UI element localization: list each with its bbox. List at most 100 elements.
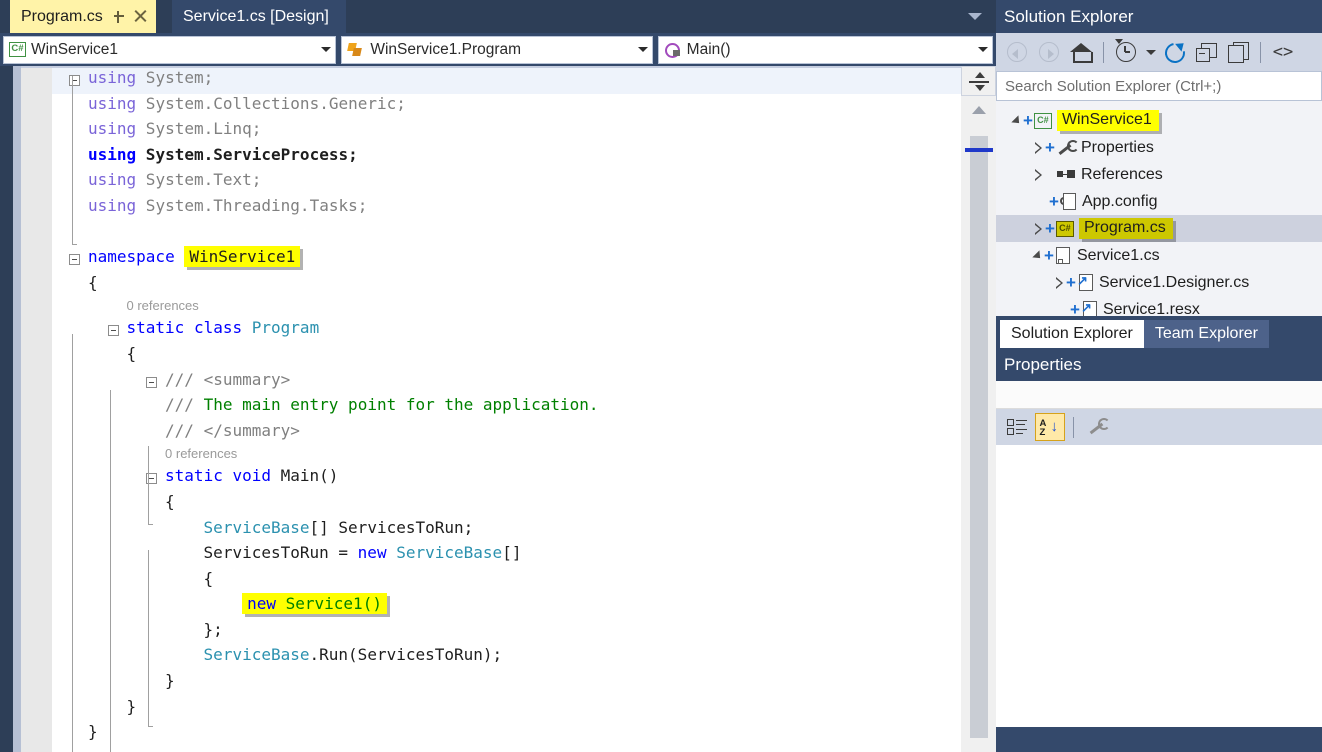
code-line[interactable]: 20new Service1(): [52, 593, 961, 620]
code-line[interactable]: 12/// <summary>: [52, 370, 961, 396]
tree-item-service1-cs[interactable]: + Service1.cs: [996, 242, 1322, 269]
code-line[interactable]: 11{: [52, 344, 961, 370]
code-text: {: [127, 344, 137, 363]
collapse-outlining-icon[interactable]: [146, 376, 158, 388]
code-token: }: [126, 696, 137, 716]
tree-item-service1-resx[interactable]: + ↗ Service1.resx: [996, 296, 1322, 316]
code-token: }: [165, 671, 175, 691]
code-line[interactable]: 2using System.Collections.Generic;: [52, 94, 961, 120]
tree-item-winservice1[interactable]: + C# WinService1: [996, 107, 1322, 134]
editor-tab-strip: Program.cs Service1.cs [Design]: [0, 0, 996, 33]
code-editor[interactable]: 1using System;2using System.Collections.…: [0, 66, 996, 752]
code-line[interactable]: 15static void Main(): [52, 466, 961, 492]
member-dropdown[interactable]: Main(): [657, 35, 993, 64]
code-line[interactable]: 14/// </summary>: [52, 421, 961, 447]
code-token: System;: [136, 68, 214, 87]
horizontal-splitter-icon[interactable]: [961, 66, 996, 96]
tab-program-cs[interactable]: Program.cs: [10, 0, 156, 33]
tab-service1-cs-design[interactable]: Service1.cs [Design]: [172, 0, 346, 33]
wrench-icon: [1056, 139, 1079, 156]
collapse-arrow-icon[interactable]: [1056, 277, 1063, 289]
code-token: };: [203, 619, 223, 639]
code-token: .Run(ServicesToRun);: [309, 645, 503, 665]
collapse-all-icon[interactable]: [1191, 37, 1221, 67]
collapse-outlining-icon[interactable]: [107, 325, 119, 337]
property-pages-icon[interactable]: [1082, 413, 1112, 441]
solution-explorer-title: Solution Explorer: [996, 0, 1322, 33]
collapse-arrow-icon[interactable]: [1035, 223, 1042, 235]
tree-item-references[interactable]: +References: [996, 161, 1322, 188]
collapse-arrow-icon[interactable]: [1035, 169, 1042, 181]
collapse-arrow-icon[interactable]: [1035, 142, 1042, 154]
source-control-plus-icon: +: [1023, 110, 1033, 130]
chevron-down-icon[interactable]: [968, 13, 982, 20]
scrollbar-thumb[interactable]: [970, 136, 988, 738]
highlighted-code-span: new Service1(): [242, 593, 387, 615]
code-line[interactable]: 21};: [52, 620, 961, 646]
pin-icon[interactable]: [112, 10, 126, 24]
type-dropdown[interactable]: WinService1.Program: [341, 35, 653, 64]
code-line[interactable]: 22ServiceBase.Run(ServicesToRun);: [52, 645, 961, 671]
alphabetical-icon[interactable]: A Z ↓: [1035, 413, 1065, 441]
close-icon[interactable]: [133, 9, 148, 24]
code-text: using System.Threading.Tasks;: [88, 196, 367, 215]
expand-arrow-icon[interactable]: [1032, 249, 1044, 262]
code-line[interactable]: 17ServiceBase[] ServicesToRun;: [52, 518, 961, 544]
code-line[interactable]: 10static class Program: [52, 318, 961, 344]
chevron-down-icon[interactable]: [1143, 37, 1157, 67]
back-icon[interactable]: [1002, 37, 1032, 67]
home-icon[interactable]: [1066, 37, 1096, 67]
codelens-annotation[interactable]: 0 references: [52, 446, 961, 466]
codelens-label: 0 references: [126, 298, 199, 314]
search-solution-explorer-input[interactable]: Search Solution Explorer (Ctrl+;): [996, 71, 1322, 101]
code-line[interactable]: 7: [52, 222, 961, 248]
refresh-icon[interactable]: [1159, 37, 1189, 67]
code-line[interactable]: 4using System.ServiceProcess;: [52, 145, 961, 171]
chevron-down-icon[interactable]: [317, 47, 335, 52]
properties-icon[interactable]: [1223, 37, 1253, 67]
code-text: /// The main entry point for the applica…: [165, 395, 598, 414]
forward-icon[interactable]: [1034, 37, 1064, 67]
editor-vertical-scrollbar[interactable]: [961, 96, 996, 752]
pending-changes-icon[interactable]: [1111, 37, 1141, 67]
code-text-surface[interactable]: 1using System;2using System.Collections.…: [52, 68, 961, 752]
properties-grid[interactable]: [996, 445, 1322, 727]
solution-explorer-tree[interactable]: +C#WinService1+Properties+References+App…: [996, 101, 1322, 316]
code-line[interactable]: 8namespace WinService1: [52, 246, 961, 273]
collapse-outlining-icon[interactable]: [69, 75, 80, 86]
code-text: {: [88, 273, 98, 292]
collapse-outlining-icon[interactable]: [69, 254, 80, 266]
view-code-icon[interactable]: <>: [1268, 37, 1298, 67]
tab-team-explorer[interactable]: Team Explorer: [1143, 320, 1269, 348]
categorized-icon[interactable]: [1002, 413, 1032, 441]
tree-item-service1-designer-cs[interactable]: + ↗ Service1.Designer.cs: [996, 269, 1322, 296]
solution-explorer-dock-tabs: Solution Explorer Team Explorer: [996, 316, 1322, 348]
tree-item-app-config[interactable]: + App.config: [996, 188, 1322, 215]
code-line[interactable]: 18ServicesToRun = new ServiceBase[]: [52, 543, 961, 569]
code-line[interactable]: 3using System.Linq;: [52, 119, 961, 145]
project-dropdown[interactable]: C# WinService1: [3, 35, 337, 64]
expand-arrow-icon[interactable]: [1011, 114, 1023, 127]
scroll-up-icon[interactable]: [972, 106, 986, 114]
code-text: using System.Linq;: [88, 119, 261, 138]
code-line[interactable]: 6using System.Threading.Tasks;: [52, 196, 961, 222]
code-line[interactable]: 1using System;: [52, 68, 961, 94]
code-line[interactable]: 23}: [52, 671, 961, 697]
code-token: using: [88, 144, 137, 164]
chevron-down-icon[interactable]: [974, 47, 992, 52]
tree-item-properties[interactable]: + Properties: [996, 134, 1322, 161]
code-token: ///: [165, 395, 204, 415]
tree-item-program-cs[interactable]: + C# Program.cs: [996, 215, 1322, 242]
outlining-guide-tick: [72, 244, 77, 245]
toolbar-separator: [1260, 41, 1261, 63]
chevron-down-icon[interactable]: [634, 47, 652, 52]
code-line[interactable]: 9{: [52, 273, 961, 299]
code-line[interactable]: 13/// The main entry point for the appli…: [52, 395, 961, 421]
code-line[interactable]: 25}: [52, 722, 961, 748]
code-line[interactable]: 19{: [52, 569, 961, 595]
code-line[interactable]: 5using System.Text;: [52, 170, 961, 196]
codelens-annotation[interactable]: 0 references: [52, 298, 961, 318]
code-line[interactable]: 24}: [52, 697, 961, 723]
code-line[interactable]: 16{: [52, 492, 961, 518]
tab-solution-explorer[interactable]: Solution Explorer: [1000, 320, 1144, 348]
